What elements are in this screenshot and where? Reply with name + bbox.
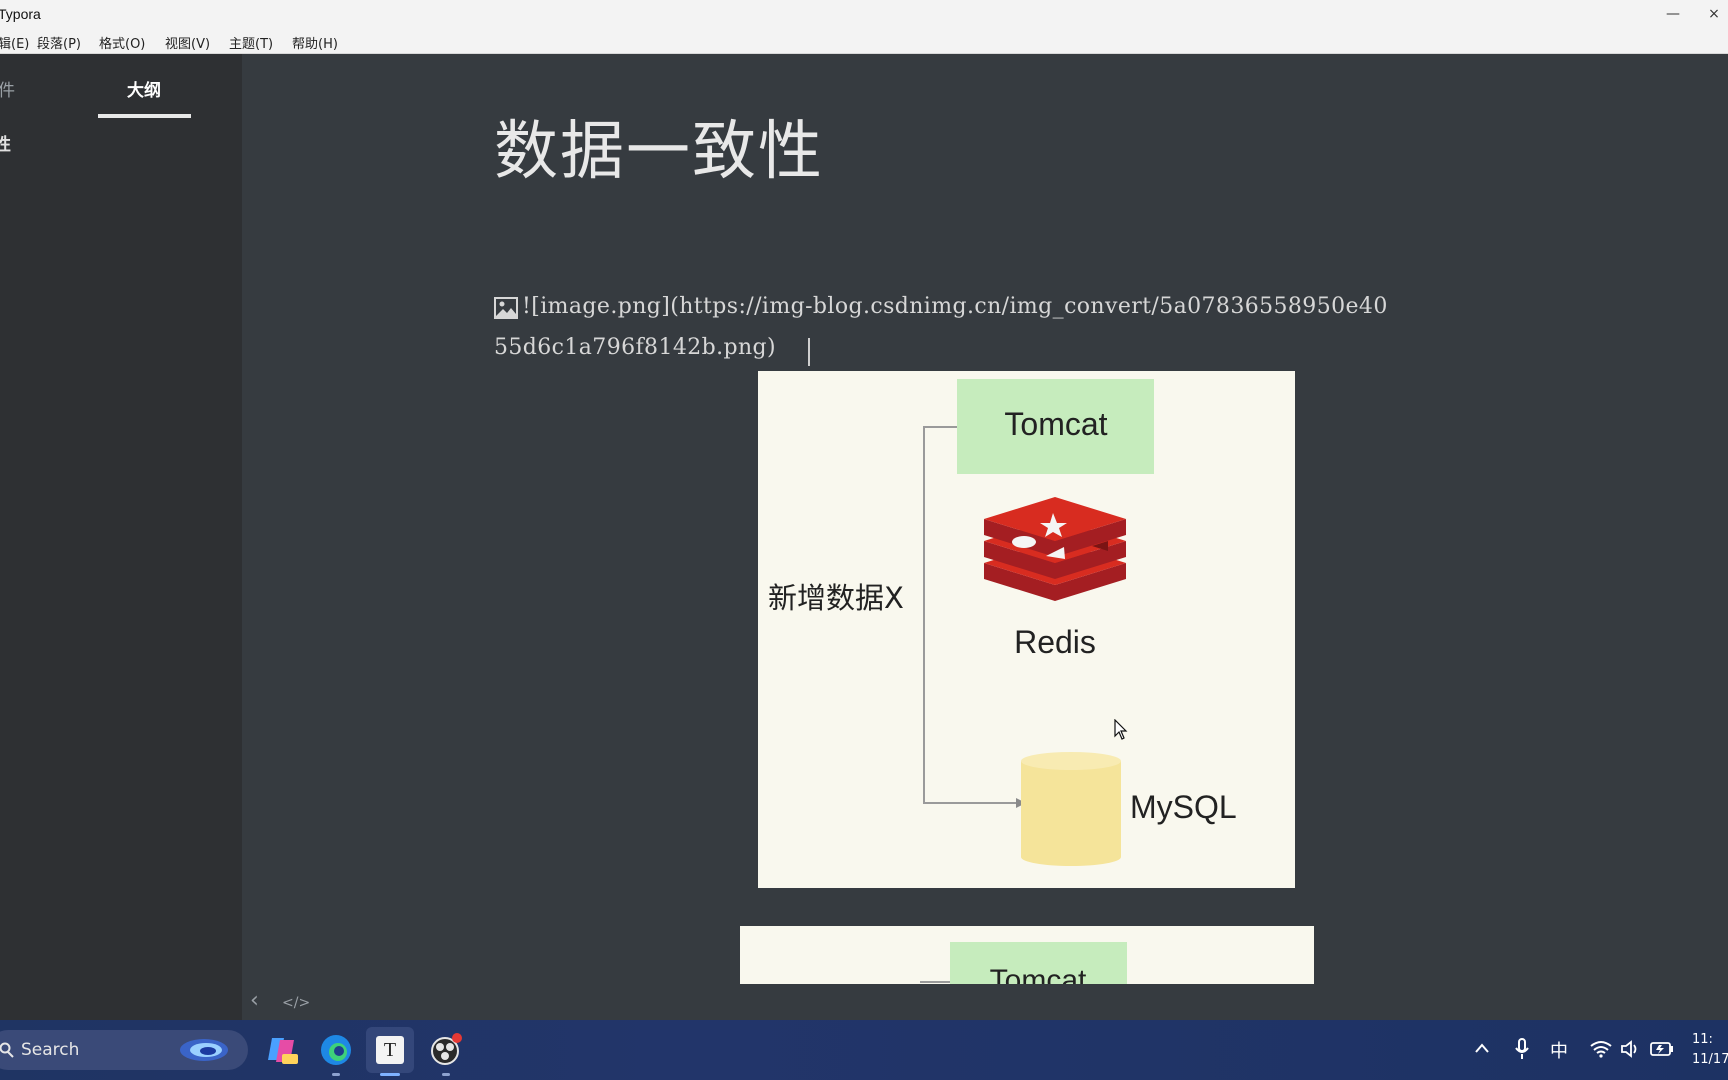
menu-view[interactable]: 视图(V): [165, 33, 210, 52]
architecture-diagram: Tomcat Redis MySQL 新增数据X: [768, 379, 1237, 866]
markdown-image-source-line1[interactable]: ![image.png](https://img-blog.csdnimg.cn…: [522, 294, 1388, 319]
edge-icon[interactable]: [318, 1032, 354, 1068]
tomcat-label: Tomcat: [990, 964, 1087, 984]
menu-help[interactable]: 帮助(H): [292, 33, 338, 52]
action-label: 新增数据X: [768, 581, 904, 615]
minimize-button[interactable]: —: [1650, 2, 1696, 28]
architecture-diagram-2: Tomcat: [920, 942, 1127, 984]
microphone-icon[interactable]: [1514, 1038, 1530, 1060]
mouse-pointer: [1114, 719, 1128, 740]
menu-paragraph[interactable]: 段落(P): [37, 33, 81, 52]
image-icon: [494, 297, 518, 319]
battery-icon[interactable]: [1650, 1041, 1674, 1057]
mysql-cylinder: [1021, 752, 1121, 866]
menu-bar: 辑(E) 段落(P) 格式(O) 视图(V) 主题(T) 帮助(H): [0, 30, 1728, 54]
chevron-up-icon[interactable]: [1474, 1042, 1490, 1054]
wifi-icon[interactable]: [1590, 1040, 1612, 1058]
markdown-image-source-line2[interactable]: 55d6c1a796f8142b.png): [494, 335, 776, 360]
sidebar: 件 大纲 性: [0, 54, 242, 1020]
status-bar: ‹ </>: [242, 988, 1728, 1020]
redis-logo: [984, 497, 1126, 601]
system-clock[interactable]: 11: 11/17: [1692, 1030, 1728, 1070]
clock-time: 11:: [1692, 1032, 1713, 1047]
ime-indicator[interactable]: 中: [1550, 1037, 1568, 1063]
window-title: Typora: [0, 6, 41, 22]
mysql-label: MySQL: [1130, 789, 1237, 825]
search-icon: [0, 1042, 14, 1058]
obs-running-indicator: [442, 1073, 450, 1076]
active-tab-indicator: [98, 114, 191, 118]
edge-running-indicator: [332, 1073, 340, 1076]
menu-theme[interactable]: 主题(T): [229, 33, 273, 52]
connector-line: [923, 426, 1016, 804]
search-label: Search: [21, 1040, 80, 1060]
document-heading[interactable]: 数据一致性: [494, 100, 824, 192]
tab-outline[interactable]: 大纲: [127, 76, 161, 101]
tab-files[interactable]: 件: [0, 76, 15, 101]
bing-swirl-icon: [180, 1039, 228, 1061]
obs-icon[interactable]: [428, 1032, 464, 1068]
title-bar: Typora — ×: [0, 0, 1728, 30]
diagram-image[interactable]: Tomcat Redis MySQL 新增数据X: [758, 371, 1295, 888]
typora-icon[interactable]: T: [376, 1036, 404, 1064]
menu-edit[interactable]: 辑(E): [0, 33, 29, 52]
tomcat-label: Tomcat: [1004, 406, 1107, 442]
clock-date: 11/17: [1692, 1052, 1728, 1067]
taskbar-search[interactable]: Search: [0, 1030, 248, 1070]
text-caret: [808, 338, 810, 366]
redis-label: Redis: [1014, 624, 1096, 660]
code-icon[interactable]: </>: [282, 995, 310, 1011]
chevron-left-icon[interactable]: ‹: [250, 988, 259, 1013]
outline-item[interactable]: 性: [0, 130, 11, 155]
menu-format[interactable]: 格式(O): [99, 33, 145, 52]
copilot-icon[interactable]: [264, 1032, 300, 1068]
taskbar: Search T 中 11: 11/17: [0, 1020, 1728, 1080]
typora-active-indicator: [380, 1073, 400, 1076]
editor-area[interactable]: 数据一致性 ![image.png](https://img-blog.csdn…: [242, 54, 1728, 1020]
volume-icon[interactable]: [1620, 1040, 1640, 1058]
diagram-image-2[interactable]: Tomcat: [740, 926, 1314, 984]
close-button[interactable]: ×: [1700, 2, 1728, 28]
